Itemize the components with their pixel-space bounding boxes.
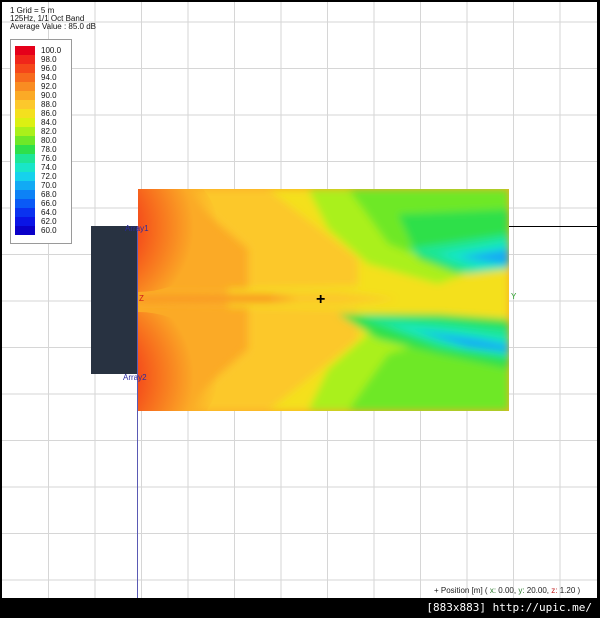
y-value: 20.00, [526, 586, 550, 595]
legend-label: 62.0 [41, 217, 57, 226]
legend-label: 100.0 [41, 46, 62, 55]
y-key: y: [518, 586, 525, 595]
x-value: 0.00, [498, 586, 517, 595]
legend-row: 76.0 [15, 154, 67, 163]
legend-label: 86.0 [41, 109, 57, 118]
legend-label: 90.0 [41, 91, 57, 100]
legend-row: 70.0 [15, 181, 67, 190]
legend-label: 70.0 [41, 181, 57, 190]
legend-row: 82.0 [15, 127, 67, 136]
legend-swatch [15, 100, 35, 109]
legend-label: 92.0 [41, 82, 57, 91]
x-key: x: [489, 586, 497, 595]
y-axis-marker: Y [511, 292, 517, 301]
color-legend: 100.0 98.0 96.0 94.0 92.0 90.0 88.0 86.0 84.0 82.… [10, 39, 72, 244]
legend-row: 80.0 [15, 136, 67, 145]
legend-label: 94.0 [41, 73, 57, 82]
z-key: z: [551, 586, 558, 595]
position-readout: + Position [m] ( x: 0.00, y: 20.00, z: 1… [434, 586, 580, 595]
legend-row: 60.0 [15, 226, 67, 235]
info-panel: 1 Grid = 5 m 125Hz, 1/1 Oct Band Average… [10, 7, 96, 31]
legend-label: 66.0 [41, 199, 57, 208]
legend-row: 100.0 [15, 46, 67, 55]
legend-label: 74.0 [41, 163, 57, 172]
legend-label: 80.0 [41, 136, 57, 145]
position-suffix: ) [577, 586, 581, 595]
crosshair-icon[interactable]: + [316, 292, 325, 308]
legend-swatch [15, 208, 35, 217]
average-value-text: Average Value : 85.0 dB [10, 22, 96, 31]
legend-label: 72.0 [41, 172, 57, 181]
legend-label: 68.0 [41, 190, 57, 199]
legend-row: 84.0 [15, 118, 67, 127]
legend-swatch [15, 73, 35, 82]
legend-swatch [15, 190, 35, 199]
legend-row: 88.0 [15, 100, 67, 109]
legend-row: 62.0 [15, 217, 67, 226]
legend-row: 92.0 [15, 82, 67, 91]
legend-swatch [15, 46, 35, 55]
legend-label: 82.0 [41, 127, 57, 136]
legend-row: 64.0 [15, 208, 67, 217]
legend-row: 98.0 [15, 55, 67, 64]
legend-swatch [15, 163, 35, 172]
watermark-text: [883x883] http://upic.me/ [426, 601, 592, 614]
legend-label: 98.0 [41, 55, 57, 64]
legend-swatch [15, 136, 35, 145]
legend-row: 90.0 [15, 91, 67, 100]
legend-row: 66.0 [15, 199, 67, 208]
legend-swatch [15, 226, 35, 235]
z-axis-marker: Z [139, 294, 144, 303]
legend-swatch [15, 127, 35, 136]
legend-label: 84.0 [41, 118, 57, 127]
legend-label: 96.0 [41, 64, 57, 73]
legend-label: 64.0 [41, 208, 57, 217]
legend-row: 68.0 [15, 190, 67, 199]
legend-swatch [15, 118, 35, 127]
legend-swatch [15, 82, 35, 91]
legend-label: 76.0 [41, 154, 57, 163]
legend-swatch [15, 172, 35, 181]
vertical-axis-line [137, 226, 138, 598]
legend-row: 74.0 [15, 163, 67, 172]
speaker-array-block[interactable] [91, 226, 138, 374]
z-value: 1.20 [559, 586, 576, 595]
legend-row: 86.0 [15, 109, 67, 118]
legend-swatch [15, 91, 35, 100]
legend-swatch [15, 217, 35, 226]
legend-row: 96.0 [15, 64, 67, 73]
array2-label[interactable]: Array2 [123, 373, 147, 382]
legend-row: 72.0 [15, 172, 67, 181]
legend-swatch [15, 154, 35, 163]
legend-swatch [15, 109, 35, 118]
legend-swatch [15, 199, 35, 208]
legend-label: 60.0 [41, 226, 57, 235]
legend-label: 78.0 [41, 145, 57, 154]
heat-zone [138, 295, 298, 302]
position-prefix: + Position [m] ( [434, 586, 488, 595]
map-viewport[interactable]: 1 Grid = 5 m 125Hz, 1/1 Oct Band Average… [2, 2, 597, 598]
reference-line [509, 226, 597, 227]
legend-swatch [15, 55, 35, 64]
array1-label[interactable]: Array1 [125, 224, 149, 233]
legend-swatch [15, 64, 35, 73]
legend-label: 88.0 [41, 100, 57, 109]
legend-swatch [15, 181, 35, 190]
legend-row: 94.0 [15, 73, 67, 82]
legend-row: 78.0 [15, 145, 67, 154]
legend-swatch [15, 145, 35, 154]
